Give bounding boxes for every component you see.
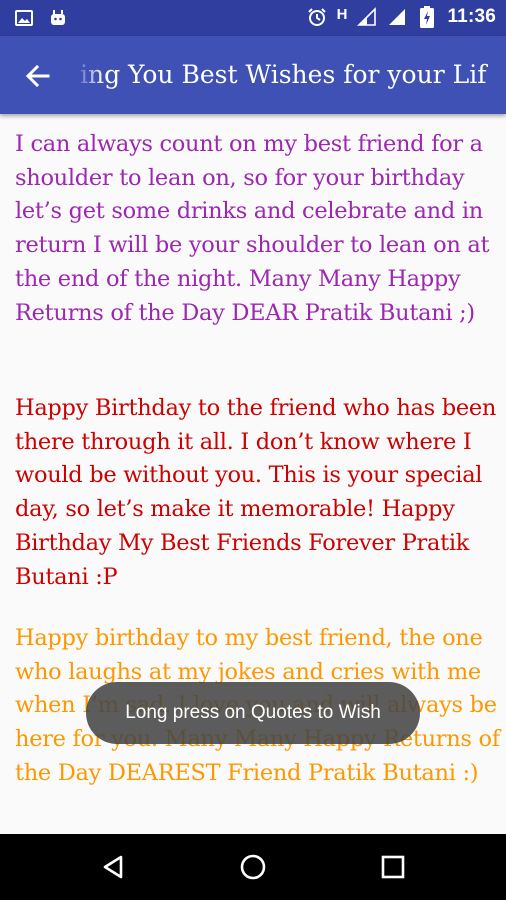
toast-text: Long press on Quotes to Wish <box>125 702 381 723</box>
signal-icon <box>357 7 377 27</box>
quote-item[interactable]: I can always count on my best friend for… <box>15 128 500 330</box>
home-circle-icon <box>240 854 266 880</box>
app-bar: ing You Best Wishes for your Lif <box>0 36 506 114</box>
toast-message: Long press on Quotes to Wish <box>86 682 420 744</box>
clock: 11:36 <box>447 6 496 27</box>
navigation-bar <box>0 834 506 900</box>
battery-icon <box>417 6 437 28</box>
network-type-label: H <box>336 5 348 23</box>
alarm-icon <box>307 7 327 27</box>
back-triangle-icon <box>103 855 123 879</box>
recents-square-icon <box>381 855 405 879</box>
nav-home-button[interactable] <box>238 852 268 882</box>
image-icon <box>14 8 34 28</box>
title-fade <box>74 36 104 114</box>
nav-recents-button[interactable] <box>378 852 408 882</box>
nav-back-button[interactable] <box>98 852 128 882</box>
page-title: ing You Best Wishes for your Lif <box>80 60 487 89</box>
signal-icon <box>387 7 407 27</box>
arrow-back-icon <box>25 64 50 88</box>
back-button[interactable] <box>22 60 54 92</box>
status-bar: H 11:36 <box>0 0 506 36</box>
quote-item[interactable]: Happy Birthday to the friend who has bee… <box>15 392 500 594</box>
android-icon <box>48 8 68 28</box>
